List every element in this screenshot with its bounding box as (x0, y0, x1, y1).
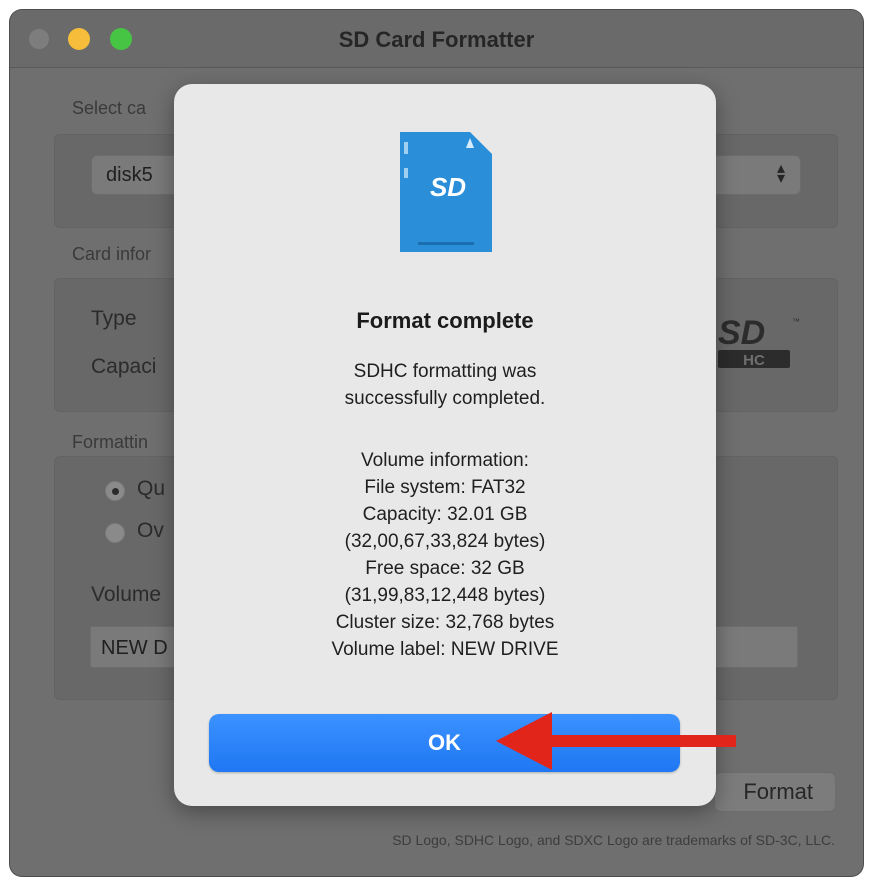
formatting-options-label: Formattin (72, 432, 149, 452)
quick-format-radio[interactable] (105, 481, 125, 501)
capacity-label: Capaci (91, 355, 157, 378)
volume-info-line: Capacity: 32.01 GB (362, 504, 528, 525)
window-title: SD Card Formatter (338, 27, 535, 52)
quick-format-label: Qu (137, 477, 166, 500)
card-info-label: Card infor (72, 244, 152, 264)
volume-label-value: NEW D (101, 637, 168, 659)
type-label: Type (91, 307, 137, 330)
svg-text:™: ™ (792, 317, 800, 326)
trademark-footer: SD Logo, SDHC Logo, and SDXC Logo are tr… (392, 832, 835, 848)
dialog-title: Format complete (356, 308, 534, 333)
volume-info-line: Cluster size: 32,768 bytes (335, 612, 555, 633)
volume-info-line: (32,00,67,33,824 bytes) (344, 531, 546, 552)
volume-info-line: (31,99,83,12,448 bytes) (344, 585, 546, 606)
card-select-value: disk5 (106, 164, 153, 186)
svg-text:SD: SD (718, 314, 765, 352)
volume-info-line: Volume information: (361, 450, 529, 471)
volume-info-line: File system: FAT32 (364, 477, 526, 498)
overwrite-format-label: Ov (137, 519, 164, 542)
svg-text:HC: HC (743, 352, 765, 369)
svg-text:SD: SD (430, 172, 466, 202)
title-bar: SD Card Formatter (10, 10, 863, 68)
volume-label-label: Volume (91, 583, 162, 606)
red-arrow-icon (496, 712, 736, 770)
select-card-label: Select ca (72, 98, 147, 118)
overwrite-format-radio[interactable] (105, 523, 125, 543)
format-complete-dialog: SD Format complete SDHC formatting was s… (174, 84, 716, 806)
dialog-message-line: successfully completed. (344, 388, 546, 409)
chevron-up-down-icon: ▴ ▾ (776, 160, 786, 187)
sdhc-logo: SD HC ™ (718, 314, 800, 369)
sd-card-icon: SD (400, 132, 492, 252)
dialog-message-line: SDHC formatting was (353, 361, 537, 382)
volume-info-line: Volume label: NEW DRIVE (331, 639, 559, 660)
volume-info-line: Free space: 32 GB (365, 558, 525, 579)
format-button[interactable]: Format (714, 772, 836, 812)
